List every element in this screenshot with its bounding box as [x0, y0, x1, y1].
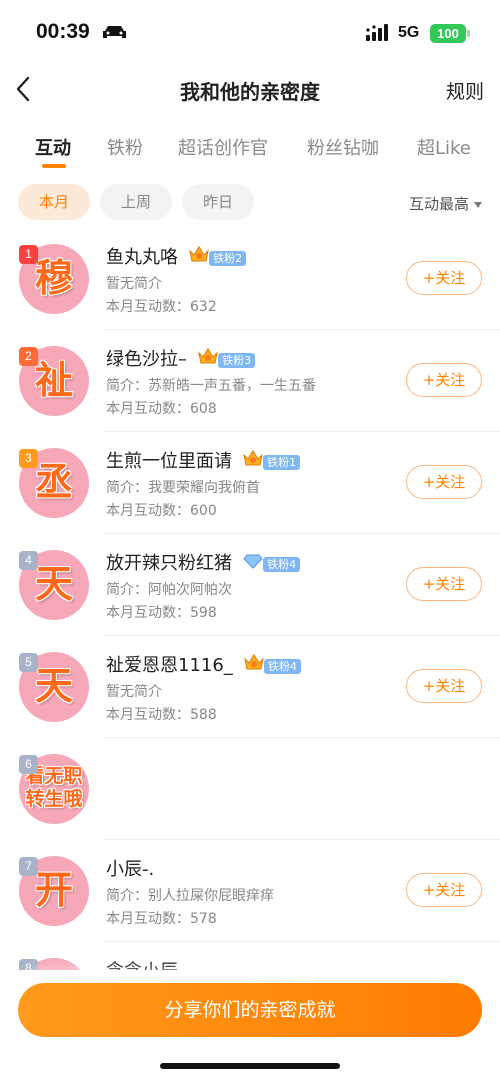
filter-last-week[interactable]: 上周 — [100, 184, 172, 220]
tab-diamond-fans[interactable]: 粉丝钻咖 — [307, 134, 379, 160]
page-title: 我和他的亲密度 — [180, 80, 320, 104]
list-item[interactable]: 穆 1 鱼丸丸咯 铁粉2 暂无简介 本月互动数：632 +关注 — [0, 228, 500, 330]
interaction-count: 本月互动数：600 — [106, 503, 217, 519]
rank-badge: 5 — [19, 653, 38, 672]
interaction-count: 本月互动数：632 — [106, 299, 217, 315]
fan-badge: 铁粉1 — [241, 450, 301, 470]
user-bio: 简介：阿帕次阿帕次 — [106, 582, 232, 598]
home-indicator[interactable] — [160, 1063, 340, 1069]
tab-interaction[interactable]: 互动 — [35, 134, 71, 160]
interaction-count: 本月互动数：578 — [106, 911, 217, 927]
period-filter: 本月 上周 昨日 互动最高 — [0, 184, 500, 220]
crown-icon — [244, 654, 264, 670]
user-bio: 简介：苏新皓一声五番，一生五番 — [106, 378, 316, 394]
fan-level: 铁粉3 — [218, 353, 256, 368]
user-name[interactable]: 生煎一位里面请 — [106, 451, 232, 472]
rank-badge: 3 — [19, 449, 38, 468]
tab-topic-creator[interactable]: 超话创作官 — [178, 134, 268, 160]
list-item[interactable]: 丞 3 生煎一位里面请 铁粉1 简介：我要荣耀向我俯首 本月互动数：600 +关… — [0, 432, 500, 534]
rank-badge: 6 — [19, 755, 38, 774]
nav-bar: 我和他的亲密度 规则 — [0, 66, 500, 114]
fan-badge: 铁粉4 — [241, 553, 301, 572]
crown-icon — [243, 450, 263, 466]
user-name[interactable]: 放开辣只粉红猪 — [106, 553, 232, 574]
rank-badge: 1 — [19, 245, 38, 264]
sort-dropdown[interactable]: 互动最高 — [409, 193, 482, 214]
interaction-count: 本月互动数：588 — [106, 707, 217, 723]
follow-button[interactable]: +关注 — [406, 873, 482, 907]
fan-level: 铁粉4 — [263, 557, 301, 572]
user-name[interactable]: 绿色沙拉– — [106, 349, 187, 370]
rank-badge: 2 — [19, 347, 38, 366]
follow-button[interactable]: +关注 — [406, 669, 482, 703]
fan-level: 铁粉1 — [263, 455, 301, 470]
battery-tip — [467, 30, 470, 37]
user-bio: 暂无简介 — [106, 684, 162, 700]
crown-icon — [198, 348, 218, 364]
list-item[interactable]: 天 5 祉爱恩恩1116_ 铁粉4 暂无简介 本月互动数：588 +关注 — [0, 636, 500, 738]
fan-list: 穆 1 鱼丸丸咯 铁粉2 暂无简介 本月互动数：632 +关注 祉 2 绿色沙拉… — [0, 228, 500, 970]
list-item[interactable]: 祉 2 绿色沙拉– 铁粉3 简介：苏新皓一声五番，一生五番 本月互动数：608 … — [0, 330, 500, 432]
follow-button[interactable]: +关注 — [406, 567, 482, 601]
user-name[interactable]: 小辰-. — [106, 859, 154, 880]
diamond-icon — [243, 554, 263, 569]
status-time: 00:39 — [36, 20, 90, 43]
follow-button[interactable]: +关注 — [406, 465, 482, 499]
list-item[interactable]: 天 4 放开辣只粉红猪 铁粉4 简介：阿帕次阿帕次 本月互动数：598 +关注 — [0, 534, 500, 636]
tab-super-like[interactable]: 超Like — [417, 134, 471, 160]
fan-badge: 铁粉3 — [196, 348, 256, 368]
interaction-count: 本月互动数：608 — [106, 401, 217, 417]
list-item[interactable]: 看无职 转生哦 6 — [0, 738, 500, 840]
sort-label: 互动最高 — [408, 195, 469, 213]
follow-button[interactable]: +关注 — [406, 261, 482, 295]
rank-badge: 8 — [19, 959, 38, 970]
fan-level: 铁粉4 — [263, 659, 301, 674]
crown-icon — [189, 246, 209, 262]
tab-iron-fans[interactable]: 铁粉 — [107, 134, 143, 160]
list-item[interactable]: 8 念念小辰 — [0, 942, 500, 970]
fan-badge: 铁粉4 — [242, 654, 301, 674]
battery-icon: 100 — [430, 24, 466, 43]
user-bio: 简介：别人拉屎你屁眼痒痒 — [106, 888, 274, 904]
user-name[interactable]: 祉爱恩恩1116_ — [106, 655, 233, 676]
car-icon — [103, 26, 126, 38]
rank-badge: 7 — [19, 857, 38, 876]
caret-down-icon — [474, 201, 482, 208]
user-name[interactable]: 鱼丸丸咯 — [106, 247, 178, 268]
user-bio: 简介：我要荣耀向我俯首 — [106, 480, 260, 496]
follow-button[interactable]: +关注 — [406, 363, 482, 397]
rules-link[interactable]: 规则 — [446, 77, 484, 104]
user-bio: 暂无简介 — [106, 276, 162, 292]
share-button[interactable]: 分享你们的亲密成就 — [18, 983, 482, 1037]
fan-level: 铁粉2 — [209, 251, 247, 266]
status-bar: 00:39 5G 100 — [0, 0, 500, 66]
user-name[interactable]: 念念小辰 — [106, 961, 178, 970]
filter-yesterday[interactable]: 昨日 — [182, 184, 254, 220]
network-label: 5G — [398, 24, 420, 41]
tab-underline — [42, 164, 66, 168]
interaction-count: 本月互动数：598 — [106, 605, 217, 621]
filter-this-month[interactable]: 本月 — [18, 184, 90, 220]
rank-badge: 4 — [19, 551, 38, 570]
tab-bar: 互动 铁粉 超话创作官 粉丝钻咖 超Like — [0, 128, 500, 168]
fan-badge: 铁粉2 — [187, 246, 247, 266]
list-item[interactable]: 开 7 小辰-. 简介：别人拉屎你屁眼痒痒 本月互动数：578 +关注 — [0, 840, 500, 942]
signal-icon — [366, 24, 388, 41]
